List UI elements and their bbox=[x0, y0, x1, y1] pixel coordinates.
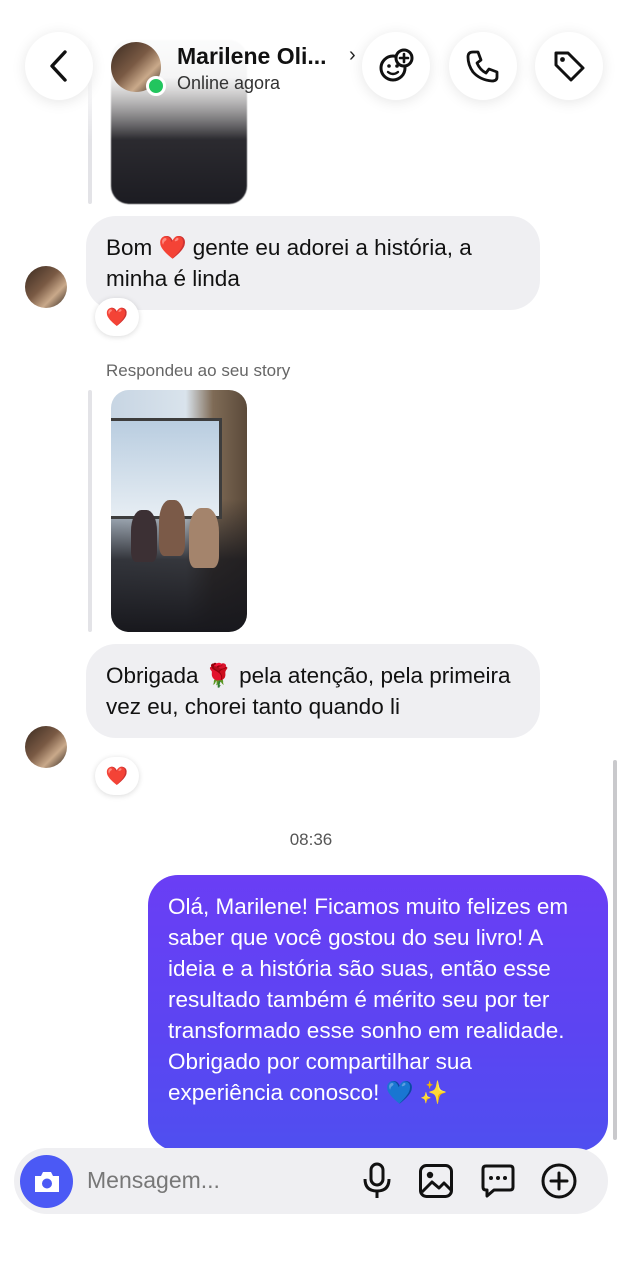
tag-icon bbox=[554, 51, 585, 82]
story-reply-label: Respondeu ao seu story bbox=[106, 361, 291, 380]
story-image-person bbox=[189, 508, 219, 568]
story-image-person bbox=[131, 510, 157, 562]
contact-status: Online agora bbox=[177, 73, 281, 93]
message-text: Olá, Marilene! Ficamos muito felizes em … bbox=[168, 894, 569, 1105]
more-button[interactable] bbox=[539, 1161, 579, 1201]
microphone-icon bbox=[363, 1162, 391, 1198]
contact-name[interactable]: Marilene Oli... bbox=[177, 43, 327, 70]
label-button[interactable] bbox=[535, 32, 603, 100]
story-reply-bar bbox=[88, 390, 92, 632]
message-input[interactable]: Mensagem... bbox=[87, 1167, 220, 1194]
effects-button[interactable] bbox=[362, 32, 430, 100]
contact-details-chevron[interactable]: › bbox=[349, 44, 356, 67]
heart-reaction[interactable]: ❤️ bbox=[95, 298, 139, 336]
message-text: Bom ❤️ gente eu adorei a história, a min… bbox=[106, 235, 472, 291]
scrollbar[interactable] bbox=[613, 760, 617, 1140]
story-image-person bbox=[159, 500, 185, 556]
chevron-left-icon bbox=[50, 50, 67, 82]
online-indicator bbox=[146, 76, 166, 96]
camera-button[interactable] bbox=[20, 1155, 73, 1208]
story-image[interactable] bbox=[111, 390, 247, 632]
sender-avatar[interactable] bbox=[25, 266, 67, 308]
call-button[interactable] bbox=[449, 32, 517, 100]
gallery-button[interactable] bbox=[416, 1161, 456, 1201]
sticker-add-icon bbox=[379, 48, 414, 82]
message-timestamp: 08:36 bbox=[289, 830, 333, 849]
image-icon bbox=[419, 1164, 453, 1198]
sender-avatar[interactable] bbox=[25, 726, 67, 768]
phone-icon bbox=[466, 50, 499, 83]
incoming-message-bubble[interactable]: Bom ❤️ gente eu adorei a história, a min… bbox=[86, 216, 540, 310]
plus-circle-icon bbox=[541, 1163, 577, 1199]
heart-reaction[interactable]: ❤️ bbox=[95, 757, 139, 795]
chat-bubble-icon bbox=[481, 1164, 515, 1198]
incoming-message-bubble[interactable]: Obrigada 🌹 pela atenção, pela primeira v… bbox=[86, 644, 540, 738]
outgoing-message-bubble[interactable]: Olá, Marilene! Ficamos muito felizes em … bbox=[148, 875, 608, 1151]
sticker-button[interactable] bbox=[478, 1161, 518, 1201]
camera-icon bbox=[34, 1171, 59, 1192]
back-button[interactable] bbox=[25, 32, 93, 100]
microphone-button[interactable] bbox=[357, 1161, 397, 1201]
header-background bbox=[0, 0, 622, 140]
message-text: Obrigada 🌹 pela atenção, pela primeira v… bbox=[106, 663, 511, 719]
